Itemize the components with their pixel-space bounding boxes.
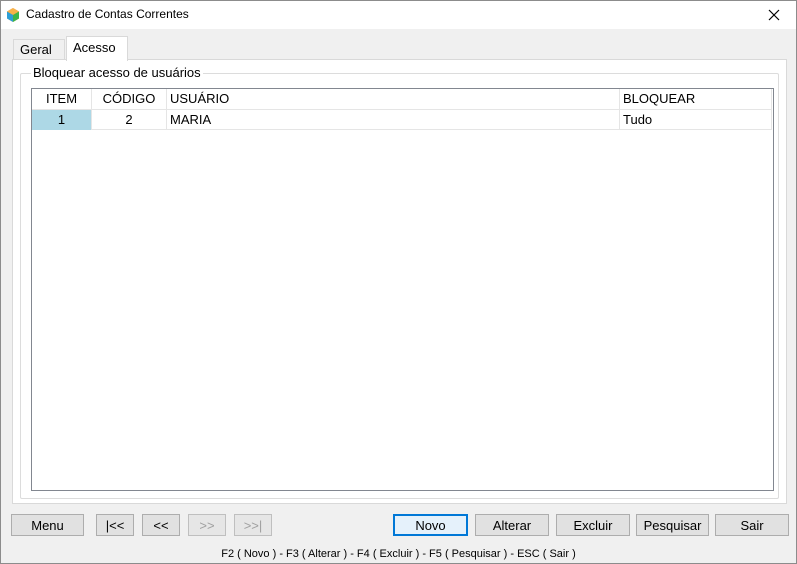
column-header-codigo[interactable]: CÓDIGO — [92, 89, 167, 110]
cell-usuario[interactable]: MARIA — [167, 110, 620, 130]
next-record-button[interactable]: >> — [188, 514, 226, 536]
tab-acesso[interactable]: Acesso — [66, 36, 128, 61]
cell-item[interactable]: 1 — [32, 110, 92, 130]
window-title: Cadastro de Contas Correntes — [26, 7, 189, 21]
previous-record-button[interactable]: << — [142, 514, 180, 536]
title-bar: Cadastro de Contas Correntes — [1, 1, 796, 29]
users-grid[interactable]: ITEM CÓDIGO USUÁRIO BLOQUEAR 1 2 MARIA T… — [31, 88, 774, 491]
last-record-button[interactable]: >>| — [234, 514, 272, 536]
column-header-usuario[interactable]: USUÁRIO — [167, 89, 620, 110]
close-icon — [768, 9, 780, 21]
novo-button[interactable]: Novo — [393, 514, 468, 536]
app-logo-icon — [5, 7, 21, 23]
alterar-button[interactable]: Alterar — [475, 514, 549, 536]
group-bloquear-acesso: Bloquear acesso de usuários ITEM CÓDIGO … — [20, 66, 779, 499]
tab-geral[interactable]: Geral — [13, 39, 65, 61]
table-row[interactable]: 1 2 MARIA Tudo — [32, 110, 772, 130]
group-legend: Bloquear acesso de usuários — [31, 65, 203, 80]
tab-panel-acesso: Bloquear acesso de usuários ITEM CÓDIGO … — [12, 59, 787, 504]
cell-codigo[interactable]: 2 — [92, 110, 167, 130]
main-window: Cadastro de Contas Correntes Geral Acess… — [0, 0, 797, 564]
first-record-button[interactable]: |<< — [96, 514, 134, 536]
close-button[interactable] — [752, 1, 796, 29]
grid-header: ITEM CÓDIGO USUÁRIO BLOQUEAR — [32, 89, 772, 110]
excluir-button[interactable]: Excluir — [556, 514, 630, 536]
menu-button[interactable]: Menu — [11, 514, 84, 536]
column-header-item[interactable]: ITEM — [32, 89, 92, 110]
sair-button[interactable]: Sair — [715, 514, 789, 536]
cell-bloquear[interactable]: Tudo — [620, 110, 772, 130]
column-header-bloquear[interactable]: BLOQUEAR — [620, 89, 772, 110]
shortcut-hint-bar: F2 ( Novo ) - F3 ( Alterar ) - F4 ( Excl… — [221, 548, 576, 560]
pesquisar-button[interactable]: Pesquisar — [636, 514, 709, 536]
